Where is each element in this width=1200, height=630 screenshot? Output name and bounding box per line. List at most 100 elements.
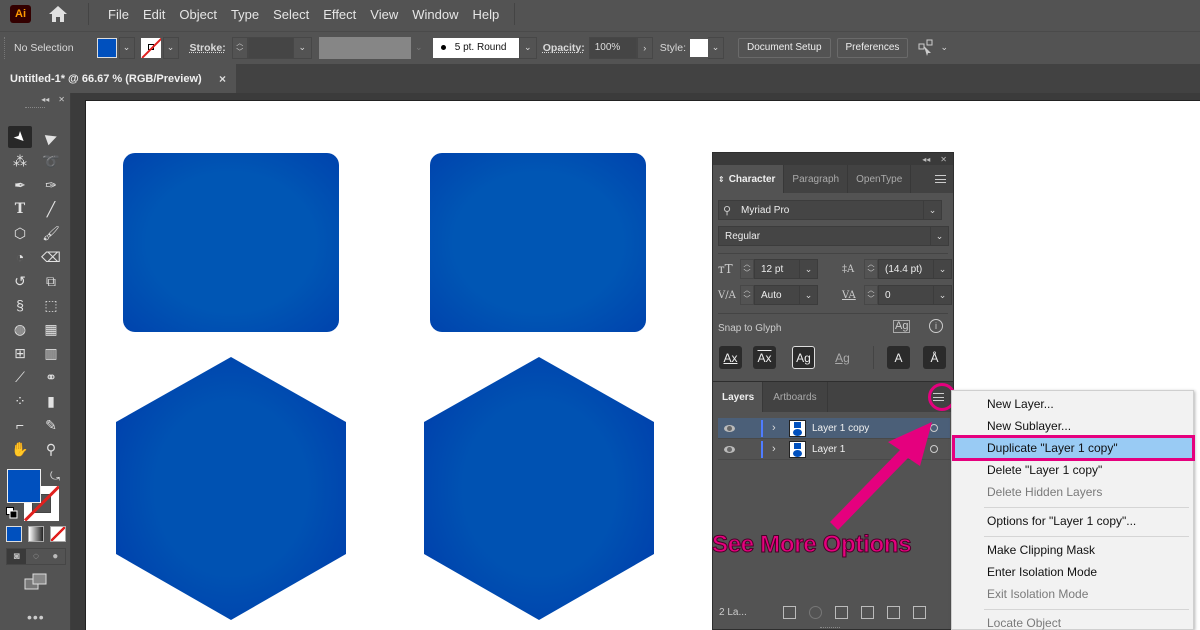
- make-clipping-mask-icon[interactable]: [834, 605, 848, 619]
- tool-lasso[interactable]: ➰: [39, 150, 63, 172]
- default-fill-stroke-icon[interactable]: [6, 507, 18, 519]
- tool-eraser[interactable]: ⌫: [39, 246, 63, 268]
- menu-effect[interactable]: Effect: [316, 7, 363, 22]
- tool-eyedropper[interactable]: ⟋: [8, 366, 32, 388]
- tool-selection[interactable]: ➤: [8, 126, 32, 148]
- brush-dropdown[interactable]: ⌄: [518, 36, 537, 59]
- export-icon[interactable]: [782, 605, 796, 619]
- tool-blend[interactable]: ⚭: [39, 366, 63, 388]
- transform-selection-icon[interactable]: [918, 39, 936, 57]
- tab-paragraph[interactable]: Paragraph: [784, 165, 849, 193]
- stroke-swatch[interactable]: [140, 37, 161, 58]
- tool-hand[interactable]: ✋: [8, 438, 32, 460]
- tool-polygon[interactable]: ⬡: [8, 222, 32, 244]
- tool-perspective-grid[interactable]: ▦: [39, 318, 63, 340]
- transform-dropdown-icon[interactable]: ⌄: [940, 42, 948, 53]
- snap-xheight-button[interactable]: Ax: [753, 346, 776, 369]
- close-panel-icon[interactable]: ✕: [58, 95, 65, 104]
- chevron-down-icon[interactable]: ⌄: [923, 201, 941, 219]
- graphic-style-swatch[interactable]: [690, 38, 709, 57]
- variable-width-profile[interactable]: [318, 36, 411, 59]
- gradient-mode-button[interactable]: [28, 526, 44, 542]
- menu-type[interactable]: Type: [224, 7, 266, 22]
- tracking-input[interactable]: 0 ⌄: [878, 285, 952, 305]
- menu-item-exit-isolation-mode[interactable]: Exit Isolation Mode: [952, 583, 1193, 605]
- variable-width-dropdown[interactable]: ⌄: [411, 37, 427, 59]
- fill-dropdown[interactable]: ⌄: [118, 36, 135, 59]
- stroke-weight-input[interactable]: [247, 36, 294, 59]
- close-panel-icon[interactable]: ✕: [940, 155, 947, 164]
- snap-proximity-button[interactable]: Ag: [831, 346, 854, 369]
- draw-inside-button[interactable]: ●: [46, 549, 65, 564]
- angular-guides-button[interactable]: A: [887, 346, 910, 369]
- hexagon-shape[interactable]: [115, 356, 347, 621]
- stroke-label[interactable]: Stroke:: [190, 42, 226, 54]
- menu-select[interactable]: Select: [266, 7, 316, 22]
- menu-item-layer-options[interactable]: Options for "Layer 1 copy"...: [952, 510, 1193, 532]
- visibility-toggle[interactable]: [718, 445, 740, 453]
- locate-object-icon[interactable]: [808, 605, 822, 619]
- home-icon[interactable]: [48, 5, 68, 23]
- tools-panel-grip[interactable]: [25, 107, 45, 110]
- menu-item-delete-hidden-layers[interactable]: Delete Hidden Layers: [952, 481, 1193, 503]
- opacity-slider-button[interactable]: ›: [636, 36, 653, 59]
- draw-behind-button[interactable]: ◌: [26, 549, 45, 564]
- character-panel-menu-button[interactable]: [927, 165, 953, 193]
- tool-shape-builder[interactable]: ◍: [8, 318, 32, 340]
- menu-item-enter-isolation-mode[interactable]: Enter Isolation Mode: [952, 561, 1193, 583]
- draw-normal-button[interactable]: ◙: [7, 549, 27, 564]
- chevron-down-icon[interactable]: ⌄: [930, 227, 948, 245]
- tool-free-transform[interactable]: ⬚: [39, 294, 63, 316]
- tool-type[interactable]: T: [8, 198, 32, 220]
- new-sublayer-icon[interactable]: [860, 605, 874, 619]
- swap-fill-stroke-icon[interactable]: ⤿: [50, 469, 60, 484]
- menu-item-new-sublayer[interactable]: New Sublayer...: [952, 415, 1193, 437]
- tool-scale[interactable]: ⧉: [39, 270, 63, 292]
- menu-object[interactable]: Object: [172, 7, 224, 22]
- visibility-toggle[interactable]: [718, 424, 740, 432]
- tool-magic-wand[interactable]: ⁂: [8, 150, 32, 172]
- kerning-input[interactable]: Auto ⌄: [754, 285, 818, 305]
- hexagon-shape[interactable]: [423, 356, 655, 621]
- tool-column-graph[interactable]: ▮: [39, 390, 63, 412]
- tool-direct-selection[interactable]: ▶: [39, 126, 63, 148]
- screen-mode-icon[interactable]: [24, 573, 48, 591]
- tab-character[interactable]: ⇕ Character: [713, 165, 785, 193]
- rounded-rectangle-shape[interactable]: [430, 153, 646, 332]
- tool-slice[interactable]: ✎: [39, 414, 63, 436]
- document-setup-button[interactable]: Document Setup: [738, 37, 831, 58]
- menu-item-delete-layer[interactable]: Delete "Layer 1 copy": [952, 459, 1193, 481]
- new-layer-icon[interactable]: [886, 605, 900, 619]
- tool-pen[interactable]: ✒: [8, 174, 32, 196]
- tool-symbol-sprayer[interactable]: ⁘: [8, 390, 32, 412]
- style-dropdown[interactable]: ⌄: [708, 36, 725, 59]
- menu-help[interactable]: Help: [465, 7, 506, 22]
- leading-input[interactable]: (14.4 pt) ⌄: [878, 259, 952, 279]
- tool-artboard[interactable]: ⌐: [8, 414, 32, 436]
- tool-puppet-warp[interactable]: §: [8, 294, 32, 316]
- anchor-point-button[interactable]: Å: [923, 346, 946, 369]
- tab-artboards[interactable]: Artboards: [763, 382, 828, 412]
- snap-glyph-bounds-button[interactable]: Ag: [792, 346, 815, 369]
- tool-mesh[interactable]: ⊞: [8, 342, 32, 364]
- leading-stepper[interactable]: ︿ ﹀: [864, 259, 878, 279]
- brush-definition[interactable]: 5 pt. Round: [432, 37, 519, 58]
- font-family-input[interactable]: ⚲ Myriad Pro ⌄: [718, 200, 942, 220]
- delete-icon[interactable]: [912, 605, 926, 619]
- none-mode-button[interactable]: [50, 526, 66, 542]
- font-size-input[interactable]: 12 pt ⌄: [754, 259, 818, 279]
- font-style-select[interactable]: Regular ⌄: [718, 226, 949, 246]
- chevron-down-icon[interactable]: ⌄: [799, 260, 817, 278]
- edit-toolbar-icon[interactable]: •••: [27, 609, 45, 625]
- menu-view[interactable]: View: [363, 7, 405, 22]
- chevron-down-icon[interactable]: ⌄: [933, 286, 951, 304]
- tool-gradient[interactable]: ▥: [39, 342, 63, 364]
- tracking-stepper[interactable]: ︿ ﹀: [864, 285, 878, 305]
- tool-line-segment[interactable]: ╱: [39, 198, 63, 220]
- menu-edit[interactable]: Edit: [136, 7, 172, 22]
- stroke-dropdown[interactable]: ⌄: [162, 36, 179, 59]
- opacity-input[interactable]: 100%: [588, 36, 637, 59]
- fill-color-box[interactable]: [7, 469, 41, 503]
- menu-item-make-clipping-mask[interactable]: Make Clipping Mask: [952, 539, 1193, 561]
- menu-item-locate-object[interactable]: Locate Object: [952, 612, 1193, 630]
